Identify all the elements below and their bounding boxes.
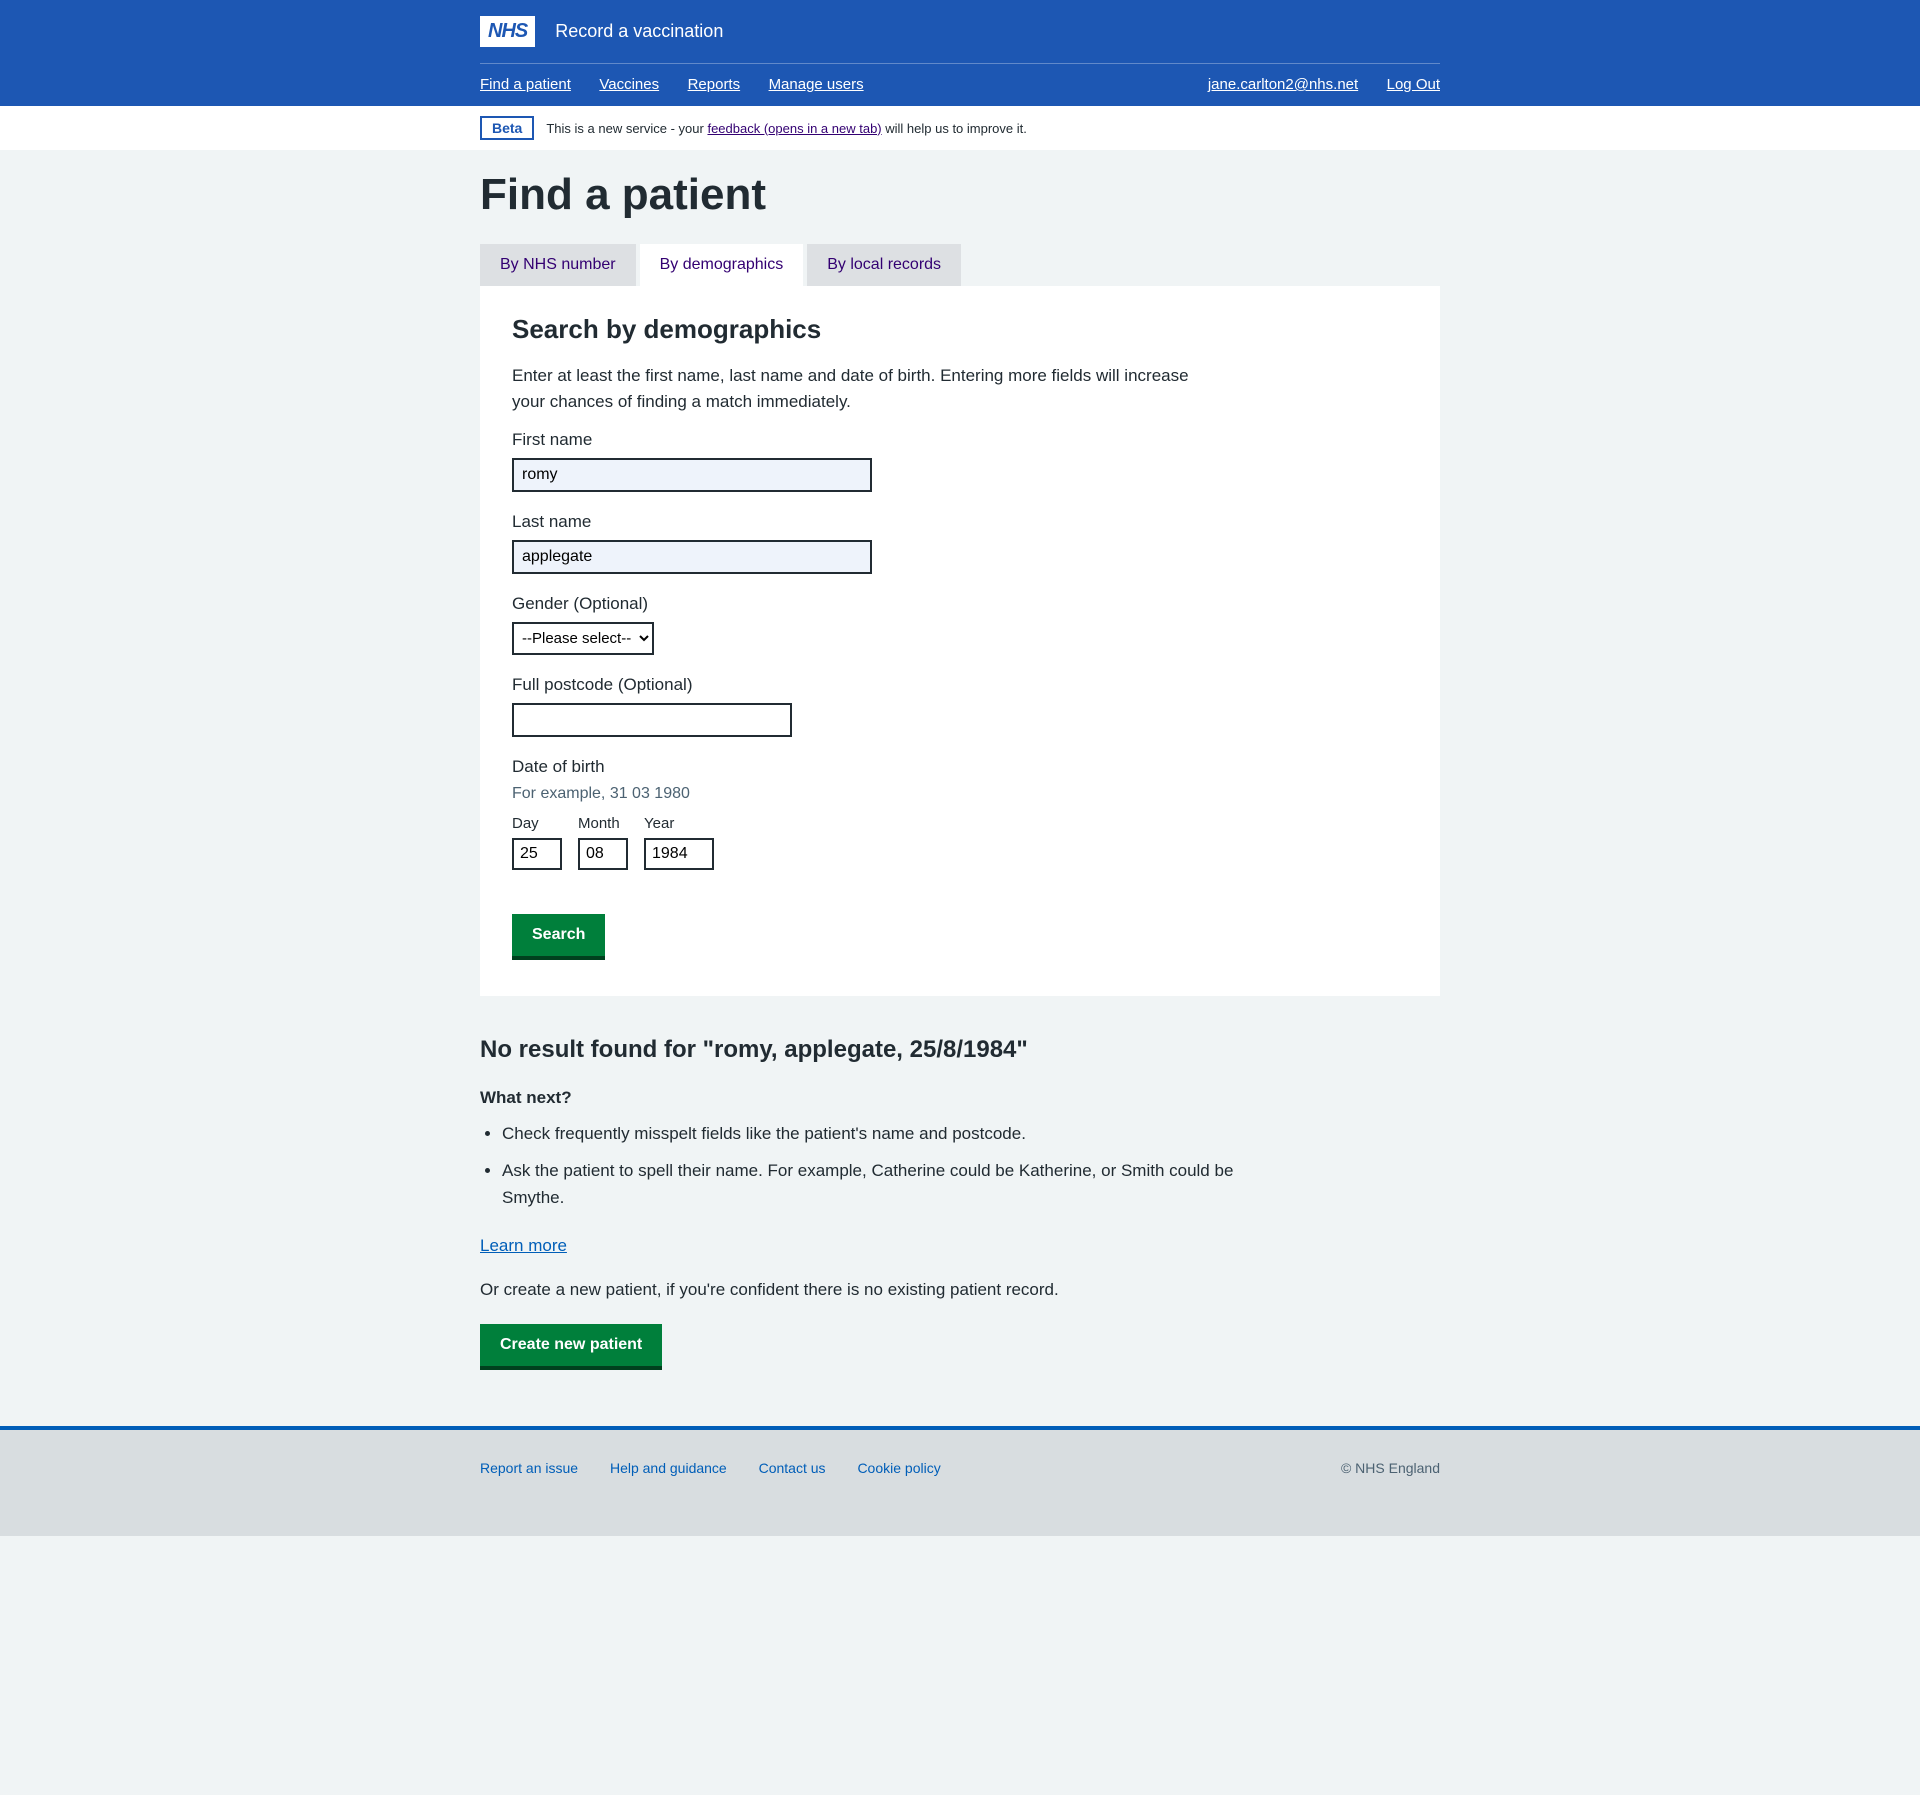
footer-contact[interactable]: Contact us (759, 1460, 826, 1476)
footer: Report an issue Help and guidance Contac… (0, 1430, 1920, 1536)
learn-more-link[interactable]: Learn more (480, 1236, 567, 1256)
service-name: Record a vaccination (555, 21, 723, 42)
footer-help[interactable]: Help and guidance (610, 1460, 727, 1476)
month-label: Month (578, 815, 628, 832)
user-email-link[interactable]: jane.carlton2@nhs.net (1208, 76, 1358, 93)
day-label: Day (512, 815, 562, 832)
last-name-label: Last name (512, 512, 1408, 532)
footer-report-issue[interactable]: Report an issue (480, 1460, 578, 1476)
nav-reports[interactable]: Reports (688, 76, 741, 93)
results-section: No result found for "romy, applegate, 25… (480, 1036, 1440, 1366)
nav-find-a-patient[interactable]: Find a patient (480, 76, 571, 93)
day-input[interactable] (512, 838, 562, 870)
phase-banner: Beta This is a new service - your feedba… (480, 106, 1440, 150)
dob-hint: For example, 31 03 1980 (512, 785, 1408, 803)
first-name-input[interactable] (512, 458, 872, 492)
gender-label: Gender (Optional) (512, 594, 1408, 614)
tabs: By NHS number By demographics By local r… (480, 244, 1440, 286)
nav-vaccines[interactable]: Vaccines (599, 76, 659, 93)
nav-manage-users[interactable]: Manage users (769, 76, 864, 93)
postcode-input[interactable] (512, 703, 792, 737)
search-panel: Search by demographics Enter at least th… (480, 286, 1440, 996)
phase-text-after: will help us to improve it. (882, 121, 1027, 136)
what-next-label: What next? (480, 1088, 1440, 1108)
dob-label: Date of birth (512, 757, 1408, 777)
footer-cookie[interactable]: Cookie policy (857, 1460, 940, 1476)
nhs-logo: NHS (480, 16, 535, 47)
user-nav: jane.carlton2@nhs.net Log Out (1184, 76, 1440, 94)
header: NHS Record a vaccination Find a patient … (0, 0, 1920, 106)
last-name-input[interactable] (512, 540, 872, 574)
no-result-heading: No result found for "romy, applegate, 25… (480, 1036, 1440, 1064)
year-input[interactable] (644, 838, 714, 870)
year-label: Year (644, 815, 714, 832)
panel-title: Search by demographics (512, 314, 1408, 345)
tab-demographics[interactable]: By demographics (640, 244, 804, 286)
feedback-link[interactable]: feedback (opens in a new tab) (707, 121, 881, 136)
first-name-label: First name (512, 430, 1408, 450)
logout-link[interactable]: Log Out (1387, 76, 1440, 93)
or-create-text: Or create a new patient, if you're confi… (480, 1280, 1440, 1300)
month-input[interactable] (578, 838, 628, 870)
gender-select[interactable]: --Please select-- (512, 622, 654, 655)
phase-text-before: This is a new service - your (546, 121, 707, 136)
postcode-label: Full postcode (Optional) (512, 675, 1408, 695)
tab-nhs-number[interactable]: By NHS number (480, 244, 636, 286)
panel-description: Enter at least the first name, last name… (512, 363, 1192, 414)
tip-item: Check frequently misspelt fields like th… (502, 1120, 1262, 1147)
phase-tag: Beta (480, 116, 534, 140)
tip-item: Ask the patient to spell their name. For… (502, 1157, 1262, 1211)
copyright: © NHS England (1341, 1460, 1440, 1476)
tab-local-records[interactable]: By local records (807, 244, 961, 286)
primary-nav: Find a patient Vaccines Reports Manage u… (480, 76, 888, 94)
search-button[interactable]: Search (512, 914, 605, 956)
create-new-patient-button[interactable]: Create new patient (480, 1324, 662, 1366)
page-title: Find a patient (480, 170, 1440, 220)
